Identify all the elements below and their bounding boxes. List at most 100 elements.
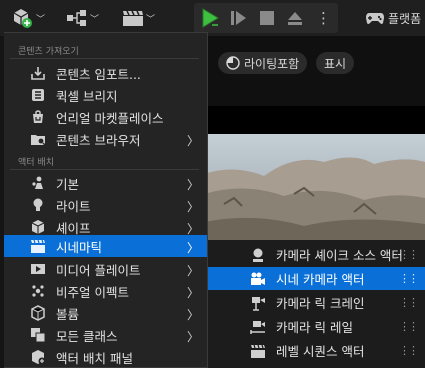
add-actor-button[interactable]: ﹀ — [10, 6, 45, 30]
add-cube-icon — [13, 9, 32, 28]
menu-item-label: 볼륨 — [56, 306, 80, 322]
submenu-item-camera-shake-source[interactable]: 카메라 셰이크 소스 액터 ⋮⋮ — [208, 243, 425, 266]
media-plate-icon — [30, 261, 46, 277]
drag-handle-icon[interactable]: ⋮⋮ — [399, 272, 419, 285]
cine-camera-icon — [250, 271, 266, 287]
lit-sphere-icon — [226, 56, 240, 70]
menu-item-all-classes[interactable]: 모든 클래스 〉 — [4, 324, 207, 346]
cinematic-submenu: 카메라 셰이크 소스 액터 ⋮⋮ 시네 카메라 액터 ⋮⋮ 카메라 릭 크레인 … — [208, 240, 425, 368]
menu-item-label: 기본 — [56, 176, 80, 192]
folder-icon — [30, 131, 46, 147]
marketplace-icon — [30, 109, 46, 125]
menu-item-place-actors-panel[interactable]: 액터 배치 패널 — [4, 346, 207, 368]
camera-shake-icon — [250, 247, 266, 263]
chevron-right-icon: 〉 — [186, 286, 199, 300]
menu-item-media-plate[interactable]: 미디어 플레이트 〉 — [4, 258, 207, 280]
submenu-item-label: 카메라 셰이크 소스 액터 — [276, 248, 403, 263]
menu-item-label: 미디어 플레이트 — [56, 262, 141, 278]
section-divider — [10, 58, 199, 59]
submenu-item-camera-rig-crane[interactable]: 카메라 릭 크레인 ⋮⋮ — [208, 291, 425, 314]
lighting-mode-label: 라이팅포함 — [244, 56, 300, 71]
submenu-item-cine-camera-actor[interactable]: 시네 카메라 액터 ⋮⋮ — [208, 267, 425, 290]
step-button[interactable] — [230, 9, 248, 31]
place-panel-icon — [30, 349, 46, 365]
section-header-content: 콘텐츠 가져오기 — [18, 47, 79, 57]
chevron-down-icon: ﹀ — [90, 14, 100, 25]
show-flags-button[interactable]: 표시 — [316, 52, 355, 74]
more-options-icon[interactable]: ⋮ — [316, 7, 331, 29]
play-icon — [202, 8, 219, 29]
lighting-mode-button[interactable]: 라이팅포함 — [218, 52, 308, 74]
menu-item-volumes[interactable]: 볼륨 〉 — [4, 302, 207, 324]
menu-item-label: 라이트 — [56, 198, 91, 214]
chevron-right-icon: 〉 — [186, 264, 199, 278]
play-controls: ⋮ — [194, 3, 338, 33]
chevron-down-icon: ﹀ — [146, 14, 156, 25]
chevron-right-icon: 〉 — [186, 200, 199, 214]
menu-item-label: 퀵셀 브리지 — [56, 88, 118, 104]
viewport-toolbar: 라이팅포함 표시 — [204, 36, 425, 106]
gamepad-icon — [366, 13, 384, 24]
add-actor-menu: 콘텐츠 가져오기 콘텐츠 임포트... 퀵셀 브리지 언리얼 마켓플레이스 콘텐… — [4, 32, 208, 368]
menu-item-label: 콘텐츠 임포트... — [56, 66, 141, 82]
volume-icon — [30, 305, 46, 321]
submenu-item-label: 레벨 시퀀스 액터 — [276, 344, 365, 359]
platforms-label: 플랫폼 — [388, 11, 422, 26]
chevron-right-icon: 〉 — [186, 308, 199, 322]
menu-item-marketplace[interactable]: 언리얼 마켓플레이스 — [4, 106, 207, 128]
chevron-down-icon: ﹀ — [36, 14, 46, 25]
basic-actor-icon — [30, 175, 46, 191]
stop-button[interactable] — [258, 9, 276, 31]
menu-item-label: 셰이프 — [56, 220, 91, 236]
menu-item-lights[interactable]: 라이트 〉 — [4, 194, 207, 216]
menu-item-visual-effects[interactable]: 비주얼 이펙트 〉 — [4, 280, 207, 302]
step-icon — [231, 11, 246, 25]
chevron-right-icon: 〉 — [186, 178, 199, 192]
chevron-right-icon: 〉 — [186, 134, 199, 148]
eject-icon — [288, 12, 302, 25]
menu-item-label: 언리얼 마켓플레이스 — [56, 110, 164, 126]
menu-item-quixel-bridge[interactable]: 퀵셀 브리지 — [4, 84, 207, 106]
menu-item-label: 모든 클래스 — [56, 328, 118, 344]
bridge-icon — [30, 87, 46, 103]
rig-crane-icon — [250, 295, 266, 311]
cinematics-button[interactable]: ﹀ — [122, 6, 155, 30]
menu-item-import-content[interactable]: 콘텐츠 임포트... — [4, 62, 207, 84]
menu-item-content-browser[interactable]: 콘텐츠 브라우저 〉 — [4, 128, 207, 150]
drag-handle-icon[interactable]: ⋮⋮ — [399, 344, 419, 357]
light-bulb-icon — [30, 197, 46, 213]
menu-item-label: 콘텐츠 브라우저 — [56, 132, 141, 148]
menu-item-label: 시네마틱 — [56, 239, 103, 255]
clapperboard-icon — [123, 10, 143, 26]
drag-handle-icon[interactable]: ⋮⋮ — [399, 320, 419, 333]
play-button[interactable] — [198, 6, 222, 30]
submenu-item-label: 카메라 릭 레일 — [276, 320, 353, 335]
eject-button[interactable] — [286, 9, 304, 31]
submenu-item-label: 카메라 릭 크레인 — [276, 296, 365, 311]
stop-icon — [260, 11, 274, 25]
chevron-right-icon: 〉 — [186, 241, 199, 255]
blueprint-icon — [67, 10, 86, 26]
chevron-right-icon: 〉 — [186, 330, 199, 344]
sparkle-icon — [30, 283, 46, 299]
import-icon — [30, 65, 46, 81]
clapperboard-icon — [30, 238, 46, 254]
classes-icon — [30, 327, 46, 343]
menu-item-label: 비주얼 이펙트 — [56, 284, 129, 300]
submenu-item-label: 시네 카메라 액터 — [276, 272, 365, 287]
submenu-item-camera-rig-rail[interactable]: 카메라 릭 레일 ⋮⋮ — [208, 315, 425, 338]
platforms-button[interactable]: 플랫폼 — [365, 6, 421, 30]
drag-handle-icon[interactable]: ⋮⋮ — [399, 296, 419, 309]
submenu-item-level-sequence-actor[interactable]: 레벨 시퀀스 액터 ⋮⋮ — [208, 339, 425, 362]
section-divider — [10, 169, 199, 170]
blueprint-button[interactable]: ﹀ — [66, 6, 99, 30]
level-sequence-icon — [250, 343, 266, 359]
cube-icon — [30, 219, 46, 235]
menu-item-label: 액터 배치 패널 — [56, 350, 133, 366]
rig-rail-icon — [250, 319, 266, 335]
menu-item-basic[interactable]: 기본 〉 — [4, 172, 207, 194]
section-header-actors: 액터 배치 — [18, 158, 54, 168]
drag-handle-icon[interactable]: ⋮⋮ — [399, 248, 419, 261]
show-flags-label: 표시 — [324, 56, 347, 71]
menu-item-cinematic[interactable]: 시네마틱 〉 — [4, 235, 207, 257]
